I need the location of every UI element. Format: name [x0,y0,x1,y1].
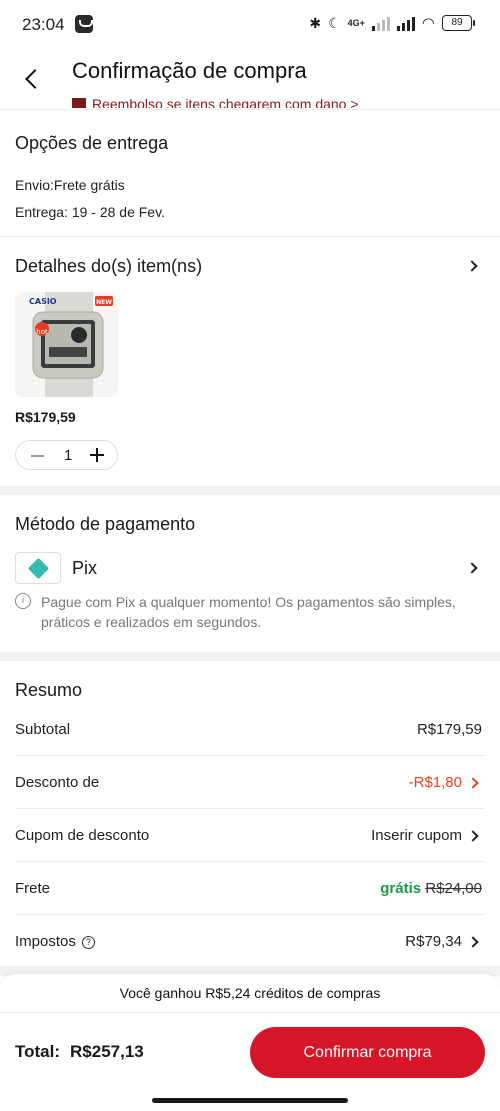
coupon-input-button[interactable]: Inserir cupom [371,827,462,844]
discount-value[interactable]: -R$1,80 [409,774,462,791]
signal-icon-1 [371,15,390,31]
shipping-free: grátis [380,880,422,897]
network-type: 4G+ [347,18,365,28]
total-value: R$257,13 [70,1042,144,1061]
quantity-value: 1 [64,447,73,464]
divider [15,861,485,862]
divider [15,755,485,756]
discount-chevron-icon[interactable] [467,777,479,789]
coupon-label: Cupom de desconto [15,827,150,844]
home-indicator[interactable] [152,1098,348,1103]
divider [0,236,500,237]
page-title: Confirmação de compra [72,58,307,83]
shipping-original-price: R$24,00 [425,880,482,897]
subtotal-value: R$179,59 [416,721,482,738]
pix-logo-icon [15,552,61,584]
refund-banner[interactable]: Reembolso se itens chegarem com dano > [72,96,359,108]
credits-text: Você ganhou R$5,24 créditos de compras [119,985,381,1001]
section-divider [0,486,500,495]
product-price: R$179,59 [15,409,76,425]
divider [15,808,485,809]
brand-label: CASIO [29,297,57,306]
shipping-method: Envio:Frete grátis [15,177,125,193]
confirm-purchase-button[interactable]: Confirmar compra [250,1027,485,1078]
quantity-stepper: 1 [15,440,118,470]
status-time: 23:04 [22,15,65,34]
items-chevron-icon[interactable] [466,260,478,272]
delivery-title: Opções de entrega [15,133,169,153]
wifi-icon: ◠ [421,15,435,32]
page-header: Confirmação de compra Reembolso se itens… [0,50,500,108]
coupon-chevron-icon[interactable] [467,830,479,842]
refund-banner-text: Reembolso se itens chegarem com dano > [92,96,359,108]
status-bar: 23:04 ✱ ☾ 4G+ ◠ 89 [0,0,500,50]
notification-icon [75,15,93,33]
new-badge: NEW [96,299,112,306]
shipping-label: Frete [15,880,51,897]
total-label: Total: [15,1042,61,1061]
hot-badge: hot [36,328,48,336]
divider [0,109,500,110]
bluetooth-icon: ✱ [309,14,322,31]
payment-title: Método de pagamento [15,514,196,534]
shipping-value: grátis R$24,00 [380,880,482,897]
moon-icon: ☾ [328,14,341,31]
product-image[interactable]: hot NEW CASIO [15,292,118,397]
payment-method-label[interactable]: Pix [72,558,97,579]
minus-icon[interactable] [31,455,44,457]
payment-info: Pague com Pix a qualquer momento! Os pag… [41,594,456,630]
delivery-eta: Entrega: 19 - 28 de Fev. [15,204,165,220]
total: Total: R$257,13 [15,1042,144,1062]
back-arrow-icon[interactable] [25,69,45,89]
status-icons: ✱ ☾ 4G+ ◠ 89 [309,14,475,32]
package-icon [72,98,86,108]
watch-image: hot NEW CASIO [29,292,113,397]
discount-label: Desconto de [15,774,100,791]
battery-icon: 89 [442,15,475,31]
taxes-chevron-icon[interactable] [467,936,479,948]
section-divider [0,652,500,661]
info-icon: i [15,593,31,609]
taxes-label: Impostos? [15,933,95,950]
summary-title: Resumo [15,680,83,700]
taxes-value[interactable]: R$79,34 [405,933,462,950]
question-icon[interactable]: ? [81,936,95,949]
payment-chevron-icon[interactable] [466,562,478,574]
pix-diamond-icon [27,557,50,580]
signal-icon-2 [396,15,415,31]
divider [15,914,485,915]
subtotal-label: Subtotal [15,721,71,738]
items-title: Detalhes do(s) item(ns) [15,256,203,276]
taxes-label-text: Impostos [15,933,76,950]
plus-icon[interactable] [90,448,104,462]
